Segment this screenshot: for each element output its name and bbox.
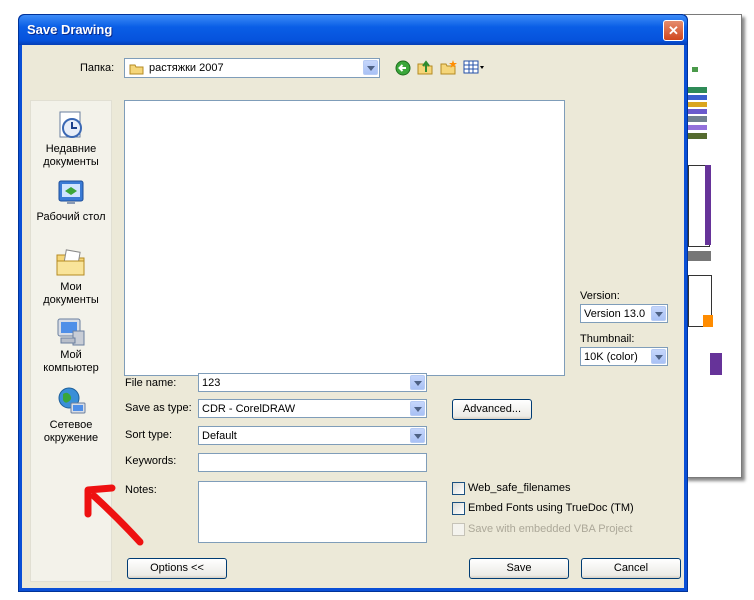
back-icon[interactable] (395, 60, 411, 76)
place-label: Рабочий стол (36, 211, 106, 223)
web-safe-filenames-checkbox[interactable] (452, 482, 465, 495)
place-network[interactable]: Сетевое окружение (31, 385, 111, 445)
embed-fonts-label[interactable]: Embed Fonts using TrueDoc (TM) (468, 502, 634, 514)
window-title: Save Drawing (27, 22, 113, 37)
embed-fonts-checkbox[interactable] (452, 502, 465, 515)
recent-documents-icon (59, 111, 82, 138)
place-label: Сетевое окружение (43, 419, 99, 444)
look-in-dropdown[interactable]: растяжки 2007 (124, 58, 380, 78)
thumbnail-value: 10K (color) (584, 351, 638, 363)
new-folder-icon[interactable] (440, 59, 458, 76)
version-dropdown[interactable]: Version 13.0 (580, 304, 668, 323)
file-name-label: File name: (125, 377, 177, 389)
close-icon: ✕ (668, 23, 679, 38)
place-label: Недавние документы (43, 143, 99, 168)
file-list[interactable] (124, 100, 565, 376)
web-safe-filenames-label[interactable]: Web_safe_filenames (468, 482, 571, 494)
sort-type-label: Sort type: (125, 429, 173, 441)
chevron-down-icon[interactable] (410, 428, 425, 443)
place-my-documents[interactable]: Мои документы (31, 247, 111, 307)
sort-type-dropdown[interactable]: Default (198, 426, 427, 445)
place-my-computer[interactable]: Мой компьютер (31, 315, 111, 375)
keywords-label: Keywords: (125, 455, 177, 467)
chevron-down-icon[interactable] (651, 306, 666, 321)
background-document-page (684, 14, 742, 478)
title-bar[interactable]: Save Drawing ✕ (19, 15, 687, 45)
desktop-icon (58, 180, 84, 204)
save-as-type-dropdown[interactable]: CDR - CorelDRAW (198, 399, 427, 418)
file-name-input[interactable]: 123 (198, 373, 427, 392)
chevron-down-icon[interactable] (363, 60, 378, 75)
view-menu-icon[interactable] (463, 60, 485, 75)
version-label: Version: (580, 290, 620, 302)
close-button[interactable]: ✕ (663, 20, 684, 41)
options-button[interactable]: Options << (127, 558, 227, 579)
thumbnail-dropdown[interactable]: 10K (color) (580, 347, 668, 366)
place-desktop[interactable]: Рабочий стол (31, 177, 111, 224)
sort-type-value: Default (202, 430, 237, 442)
place-recent-documents[interactable]: Недавние документы (31, 109, 111, 169)
place-label: Мои документы (43, 281, 99, 306)
my-documents-icon (56, 249, 85, 276)
save-as-type-label: Save as type: (125, 402, 192, 414)
file-name-value: 123 (202, 377, 221, 389)
up-folder-icon[interactable] (417, 59, 434, 76)
folder-icon (129, 64, 144, 75)
chevron-down-icon[interactable] (410, 375, 425, 390)
notes-textarea[interactable] (198, 481, 427, 543)
chevron-down-icon[interactable] (651, 349, 666, 364)
my-computer-icon (57, 318, 85, 346)
chevron-down-icon[interactable] (410, 401, 425, 416)
save-vba-checkbox (452, 523, 465, 536)
advanced-button[interactable]: Advanced... (452, 399, 532, 420)
keywords-input[interactable] (198, 453, 427, 472)
place-label: Мой компьютер (43, 349, 99, 374)
save-vba-label: Save with embedded VBA Project (468, 523, 633, 535)
save-as-type-value: CDR - CorelDRAW (202, 403, 296, 415)
look-in-value: растяжки 2007 (149, 62, 224, 74)
thumbnail-label: Thumbnail: (580, 333, 635, 345)
cancel-button[interactable]: Cancel (581, 558, 681, 579)
network-places-icon (58, 387, 86, 414)
look-in-label: Папка: (80, 62, 115, 74)
version-value: Version 13.0 (584, 308, 646, 320)
save-button[interactable]: Save (469, 558, 569, 579)
annotation-arrow (84, 484, 144, 546)
